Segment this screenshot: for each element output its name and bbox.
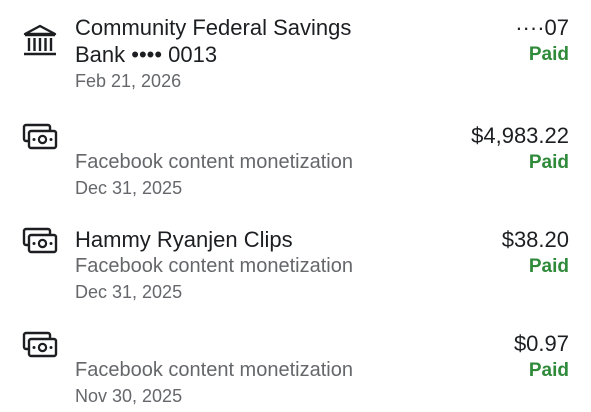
payout-details: Hammy Ryanjen Clips Facebook content mon…: [75, 226, 405, 305]
payout-amount: ····07: [515, 15, 569, 40]
payout-details: Facebook content monetization Dec 31, 20…: [75, 122, 405, 201]
payout-amount-col: $4,983.22 Paid: [399, 122, 569, 176]
payout-amount-col: $0.97 Paid: [399, 330, 569, 384]
payout-status: Paid: [528, 256, 569, 277]
payout-date: Feb 21, 2026: [75, 71, 182, 91]
cash-icon: [22, 122, 58, 156]
payout-date: Nov 30, 2025: [75, 386, 183, 406]
payout-amount: $0.97: [513, 331, 569, 356]
payout-subtitle: Facebook content monetization: [75, 359, 353, 381]
payout-title: Hammy Ryanjen Clips: [75, 227, 293, 252]
payout-subtitle: Facebook content monetization: [75, 151, 353, 173]
payout-amount: $38.20: [501, 227, 569, 252]
payout-status: Paid: [528, 152, 569, 173]
payout-title-redacted: [75, 122, 405, 149]
payout-row[interactable]: Hammy Ryanjen Clips Facebook content mon…: [0, 226, 591, 308]
payout-amount-col: $38.20 Paid: [399, 226, 569, 280]
payout-title-redacted: [75, 330, 405, 357]
payout-subtitle: Facebook content monetization: [75, 255, 353, 277]
payout-date: Dec 31, 2025: [75, 178, 183, 198]
payout-row[interactable]: Facebook content monetization Dec 31, 20…: [0, 122, 591, 204]
payout-date: Dec 31, 2025: [75, 282, 183, 302]
cash-icon: [22, 330, 58, 364]
payout-title: Community Federal Savings Bank •••• 0013: [75, 15, 352, 67]
bank-icon: [22, 24, 58, 58]
payout-row[interactable]: Community Federal Savings Bank •••• 0013…: [0, 14, 591, 104]
payout-details: Community Federal Savings Bank •••• 0013…: [75, 14, 405, 94]
cash-icon: [22, 226, 58, 260]
payout-status: Paid: [528, 44, 569, 65]
payout-amount-col: ····07 Paid: [399, 14, 569, 68]
payout-amount: $4,983.22: [471, 123, 569, 148]
payout-status: Paid: [528, 360, 569, 381]
payout-details: Facebook content monetization Nov 30, 20…: [75, 330, 405, 409]
